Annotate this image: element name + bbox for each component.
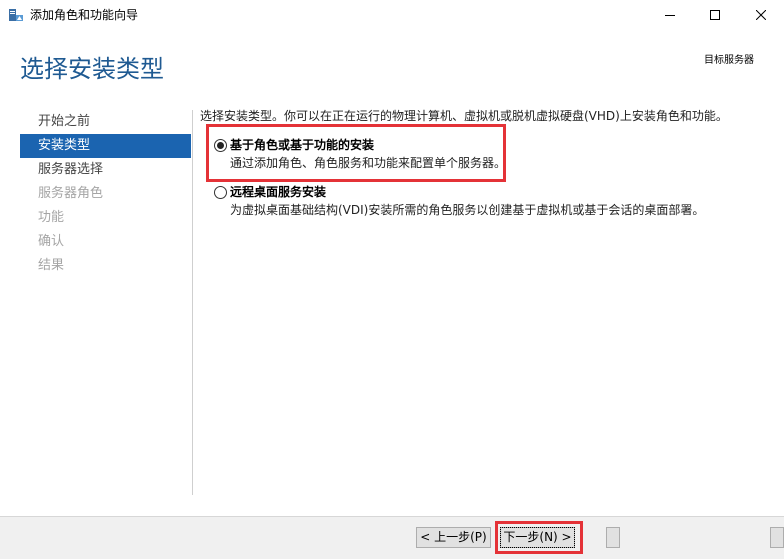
close-icon (756, 10, 766, 20)
nav-item-before-you-begin[interactable]: 开始之前 (20, 110, 191, 134)
role-based-radio[interactable] (214, 139, 227, 152)
wizard-step-nav: 开始之前 安装类型 服务器选择 服务器角色 功能 确认 结果 (20, 110, 191, 278)
nav-divider (192, 110, 193, 495)
wizard-footer (0, 516, 784, 559)
nav-item-installation-type[interactable]: 安装类型 (20, 134, 191, 158)
role-based-description: 通过添加角色、角色服务和功能来配置单个服务器。 (230, 156, 507, 170)
remote-desktop-label[interactable]: 远程桌面服务安装 (230, 184, 326, 200)
maximize-button[interactable] (692, 0, 738, 30)
nav-item-confirmation: 确认 (38, 234, 65, 249)
target-server-label: 目标服务器 (704, 55, 754, 66)
server-wizard-icon (8, 7, 24, 23)
installation-type-description: 选择安装类型。你可以在正在运行的物理计算机、虚拟机或脱机虚拟硬盘(VHD)上安装… (200, 109, 728, 123)
remote-desktop-radio[interactable] (214, 186, 227, 199)
minimize-button[interactable] (647, 0, 693, 30)
previous-button[interactable]: < 上一步(P) (416, 527, 491, 548)
window-title: 添加角色和功能向导 (30, 8, 139, 22)
install-button-partial[interactable] (606, 527, 620, 548)
option-highlight-box (206, 124, 506, 182)
next-button[interactable]: 下一步(N) > (500, 527, 575, 548)
nav-item-server-selection[interactable]: 服务器选择 (20, 158, 191, 182)
maximize-icon (710, 10, 720, 20)
remote-desktop-description: 为虚拟桌面基础结构(VDI)安装所需的角色服务以创建基于虚拟机或基于会话的桌面部… (230, 203, 705, 217)
role-based-label[interactable]: 基于角色或基于功能的安装 (230, 137, 374, 153)
close-button[interactable] (738, 0, 784, 30)
cancel-button-partial[interactable] (770, 527, 784, 548)
nav-item-results: 结果 (38, 258, 65, 273)
nav-item-server-roles: 服务器角色 (38, 186, 104, 201)
minimize-icon (665, 15, 675, 16)
nav-item-features: 功能 (38, 210, 65, 225)
next-button-label: 下一步(N) > (500, 527, 575, 548)
title-bar[interactable]: 添加角色和功能向导 (0, 0, 784, 30)
previous-button-label: < 上一步(P) (420, 530, 487, 544)
page-title: 选择安装类型 (20, 55, 164, 83)
